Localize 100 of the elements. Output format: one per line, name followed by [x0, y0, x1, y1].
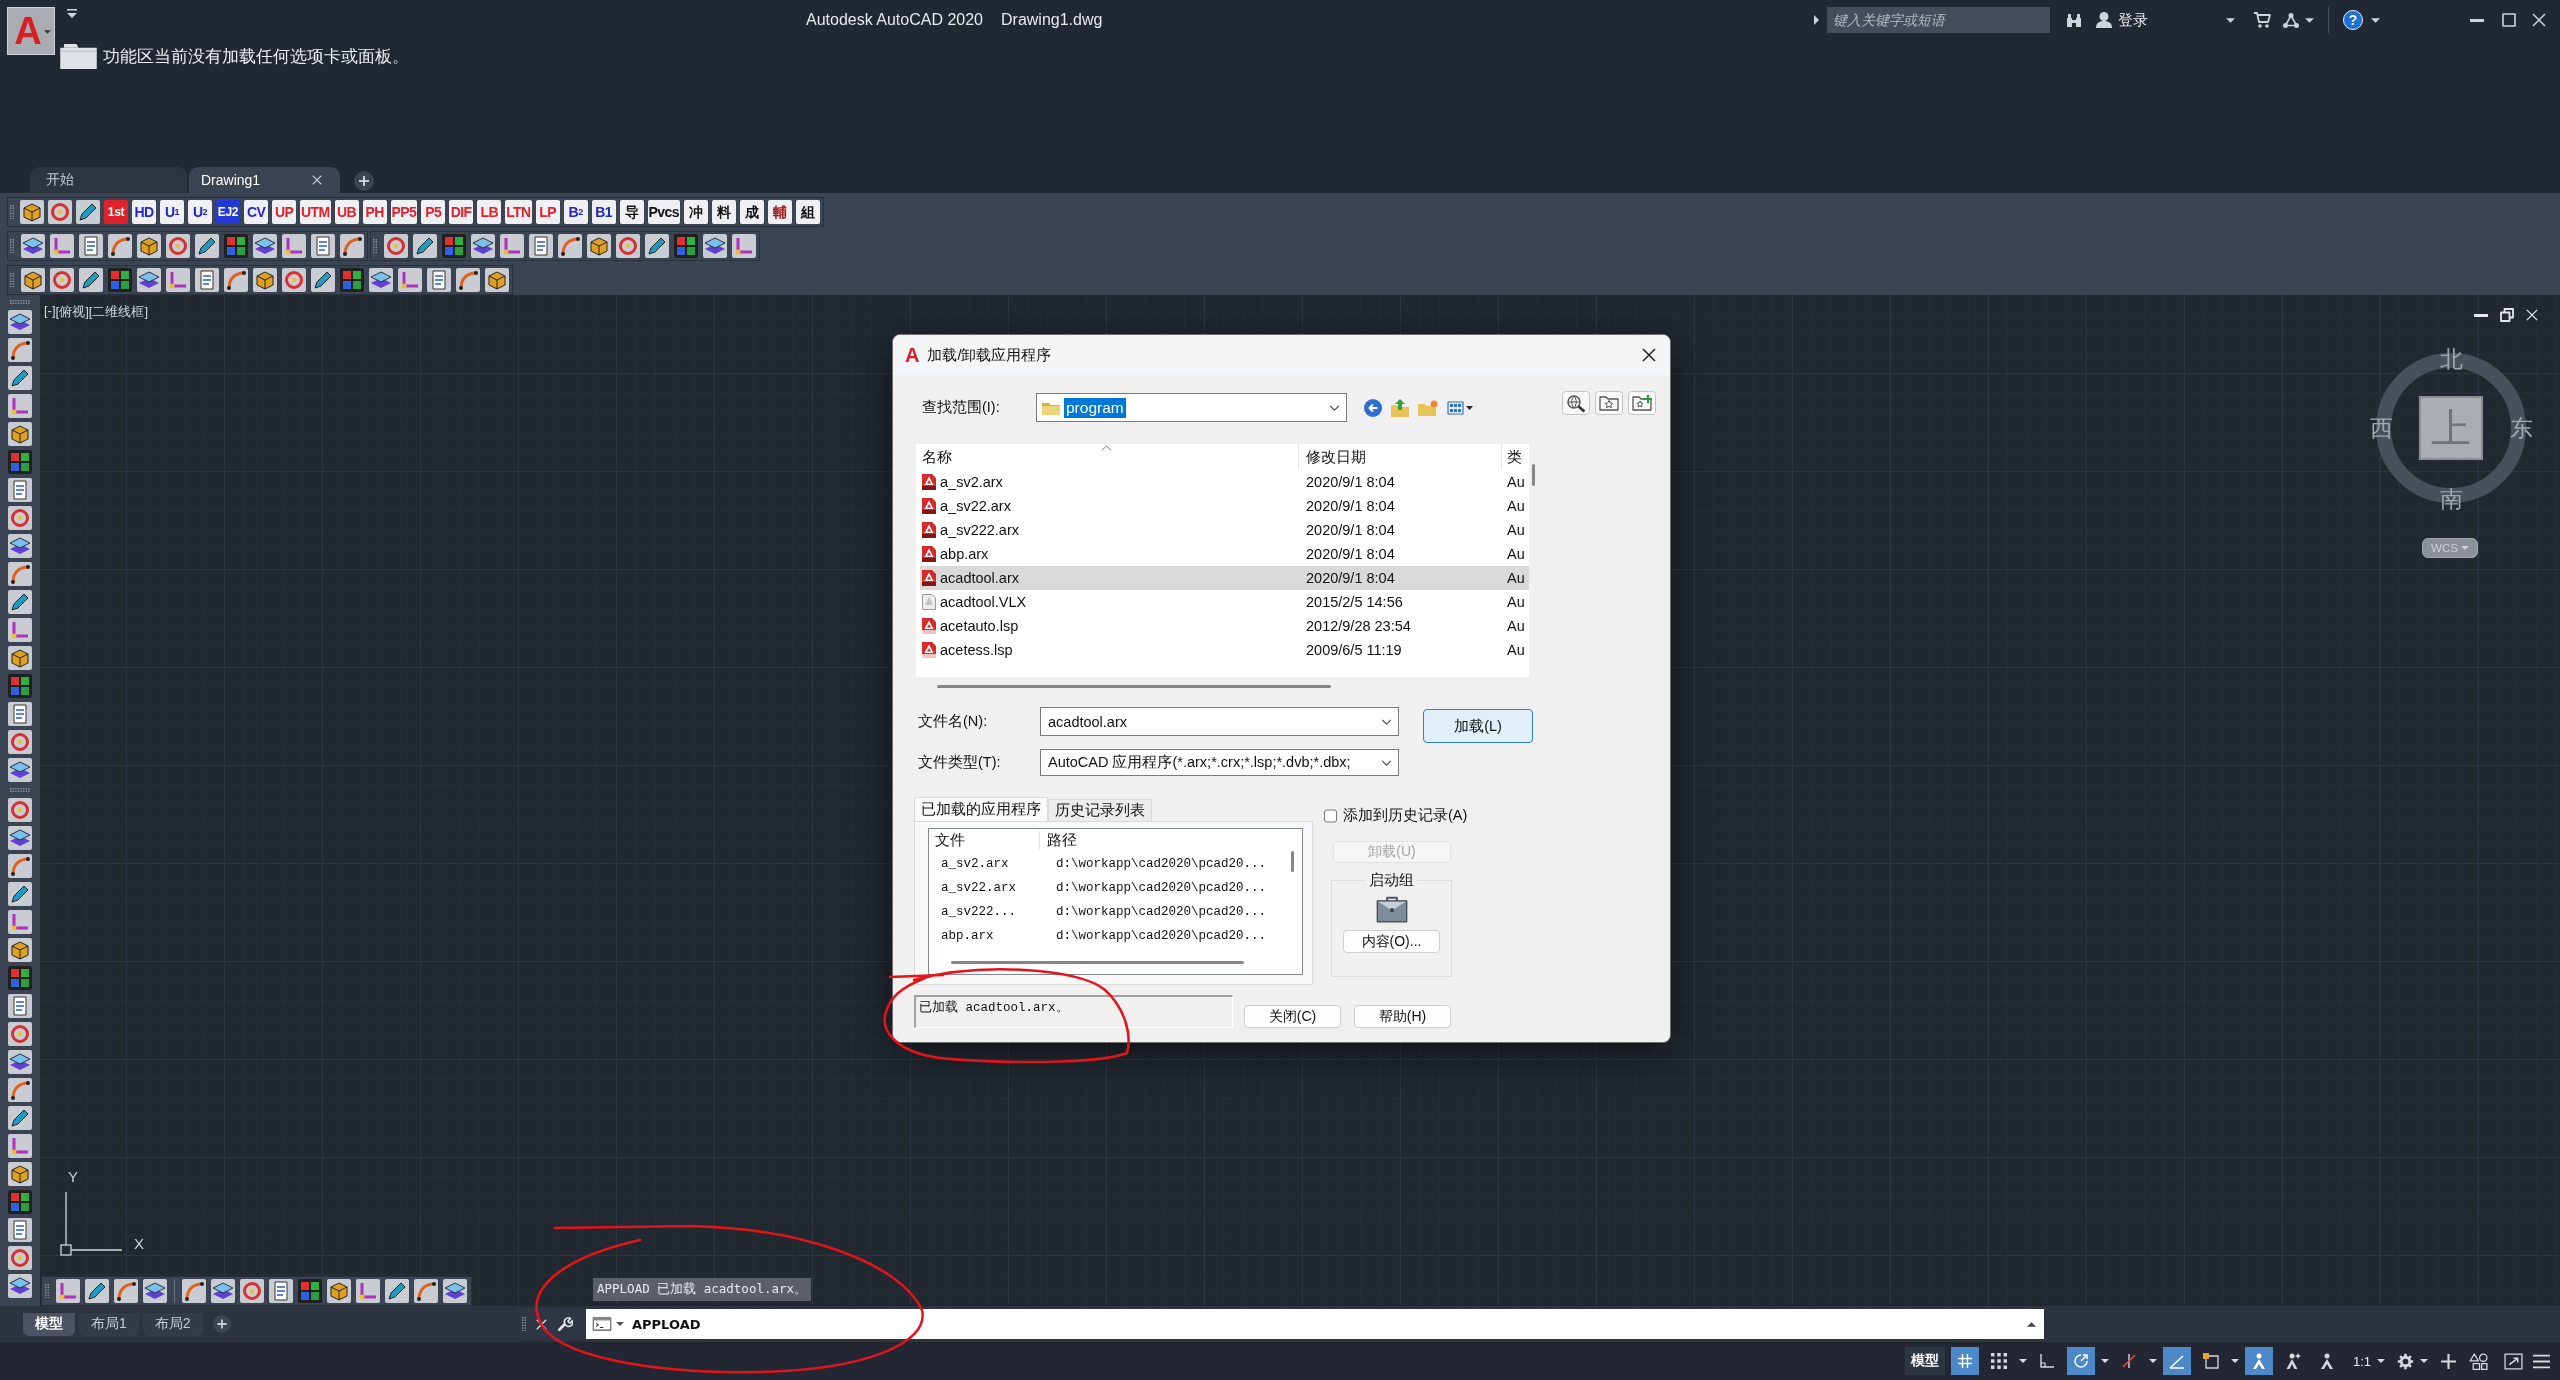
toolbar-button[interactable]: 1st — [104, 200, 128, 224]
toolbar-button[interactable]: B1 — [591, 200, 616, 224]
viewport-control[interactable]: [俯视] — [55, 303, 89, 321]
color-grid-icon[interactable] — [442, 234, 466, 258]
column-header[interactable]: 文件 — [929, 831, 1039, 850]
menu-icon[interactable] — [2533, 1353, 2550, 1369]
command-input[interactable]: APPLOAD — [586, 1309, 2044, 1339]
ring-icon[interactable] — [8, 1022, 32, 1046]
box-icon[interactable] — [8, 646, 32, 670]
close-icon[interactable] — [1642, 348, 1656, 362]
column-header[interactable]: 名称 — [916, 444, 1298, 470]
pencil-icon[interactable] — [79, 268, 103, 292]
toolbar-button[interactable]: 組 — [795, 200, 820, 224]
grip-icon[interactable] — [10, 300, 30, 304]
layers-icon[interactable] — [21, 234, 45, 258]
arc-icon[interactable] — [558, 234, 582, 258]
caret-down-icon[interactable] — [2100, 1359, 2109, 1363]
layers-icon[interactable] — [8, 826, 32, 850]
add-tab-icon[interactable] — [212, 1315, 231, 1333]
page-icon[interactable] — [427, 268, 451, 292]
dialog-tab[interactable]: 已加载的应用程序 — [914, 797, 1048, 821]
page-icon[interactable] — [311, 234, 335, 258]
globe-search-icon[interactable] — [1562, 391, 1590, 415]
layers-icon[interactable] — [8, 310, 32, 334]
pencil-icon[interactable] — [311, 268, 335, 292]
box-icon[interactable] — [20, 200, 44, 224]
triangle-nodes-icon[interactable] — [2283, 12, 2299, 28]
arc-icon[interactable] — [8, 1078, 32, 1102]
corner-icon[interactable] — [356, 1279, 380, 1303]
arc-icon[interactable] — [108, 234, 132, 258]
corner-icon[interactable] — [732, 234, 756, 258]
grip-icon[interactable] — [10, 788, 30, 792]
status-toggle-button[interactable] — [2066, 1347, 2095, 1375]
toolbar-button[interactable]: 輔 — [767, 200, 792, 224]
binoculars-icon[interactable] — [2066, 12, 2082, 28]
arc-icon[interactable] — [340, 234, 364, 258]
grip-icon[interactable] — [45, 1283, 49, 1299]
layers-icon[interactable] — [8, 534, 32, 558]
corner-icon[interactable] — [56, 1279, 80, 1303]
corner-icon[interactable] — [398, 268, 422, 292]
viewport-control[interactable]: [二维线框] — [88, 303, 149, 321]
ring-icon[interactable] — [8, 1246, 32, 1270]
pencil-icon[interactable] — [8, 590, 32, 614]
toolbar-button[interactable]: LTN — [505, 200, 532, 224]
app-file-name[interactable]: a_sv22.arx — [929, 881, 1039, 895]
plus-icon[interactable] — [2440, 1352, 2457, 1370]
box-icon[interactable] — [21, 268, 45, 292]
corner-icon[interactable] — [50, 234, 74, 258]
pencil-icon[interactable] — [8, 882, 32, 906]
layers-icon[interactable] — [143, 1279, 167, 1303]
shapes-icon[interactable] — [2469, 1352, 2488, 1370]
page-icon[interactable] — [8, 1218, 32, 1242]
ring-icon[interactable] — [384, 234, 408, 258]
file-row[interactable]: a_sv22.arx 2020/9/1 8:04 Au — [920, 494, 1529, 518]
layers-icon[interactable] — [8, 1050, 32, 1074]
box-icon[interactable] — [253, 268, 277, 292]
contents-button[interactable]: 内容(O)... — [1343, 930, 1440, 953]
caret-down-icon[interactable] — [2148, 1359, 2157, 1363]
arc-icon[interactable] — [8, 338, 32, 362]
corner-icon[interactable] — [500, 234, 524, 258]
view-menu-icon[interactable] — [1447, 400, 1473, 415]
arc-icon[interactable] — [456, 268, 480, 292]
viewport-control[interactable]: [-] — [44, 303, 56, 321]
ring-icon[interactable] — [616, 234, 640, 258]
color-grid-icon[interactable] — [340, 268, 364, 292]
box-icon[interactable] — [587, 234, 611, 258]
caret-right-icon[interactable] — [1814, 15, 1819, 25]
color-grid-icon[interactable] — [108, 268, 132, 292]
column-header[interactable]: 类 — [1501, 444, 1529, 470]
corner-icon[interactable] — [282, 234, 306, 258]
file-row[interactable]: acadtool.VLX 2015/2/5 14:56 Au — [920, 590, 1529, 614]
grip-icon[interactable] — [10, 238, 14, 254]
fullscreen-icon[interactable] — [2504, 1352, 2523, 1370]
arc-icon[interactable] — [8, 854, 32, 878]
app-file-path[interactable]: d:\workapp\cad2020\pcad20... — [1039, 929, 1267, 943]
page-icon[interactable] — [529, 234, 553, 258]
look-in-dropdown[interactable]: program — [1036, 393, 1347, 422]
dropdown-caret-icon[interactable] — [67, 9, 77, 18]
color-grid-icon[interactable] — [298, 1279, 322, 1303]
app-file-path[interactable]: d:\workapp\cad2020\pcad20... — [1039, 857, 1267, 871]
pencil-icon[interactable] — [8, 1106, 32, 1130]
page-icon[interactable] — [8, 478, 32, 502]
app-file-name[interactable]: a_sv2.arx — [929, 857, 1039, 871]
search-field[interactable]: 键入关键字或短语 — [1827, 7, 2050, 33]
file-row[interactable]: a_sv2.arx 2020/9/1 8:04 Au — [920, 470, 1529, 494]
column-header[interactable]: 路径 — [1039, 831, 1077, 850]
app-file-path[interactable]: d:\workapp\cad2020\pcad20... — [1039, 881, 1267, 895]
add-tab-icon[interactable] — [354, 170, 374, 191]
help-button[interactable]: ? — [2343, 10, 2363, 30]
wrench-icon[interactable] — [557, 1316, 573, 1332]
caret-down-icon[interactable] — [2371, 17, 2380, 23]
scrollbar-thumb[interactable] — [1291, 851, 1294, 872]
sign-in-link[interactable]: 登录 — [2118, 10, 2148, 30]
checkbox-label[interactable]: 添加到历史记录(A) — [1343, 806, 1468, 825]
file-tab[interactable]: 开始 — [30, 167, 187, 193]
ring-icon[interactable] — [8, 730, 32, 754]
toolbar-button[interactable]: LP — [535, 200, 560, 224]
ring-icon[interactable] — [240, 1279, 264, 1303]
load-button[interactable]: 加载(L) — [1423, 709, 1533, 743]
toolbar-button[interactable]: LB — [477, 200, 502, 224]
